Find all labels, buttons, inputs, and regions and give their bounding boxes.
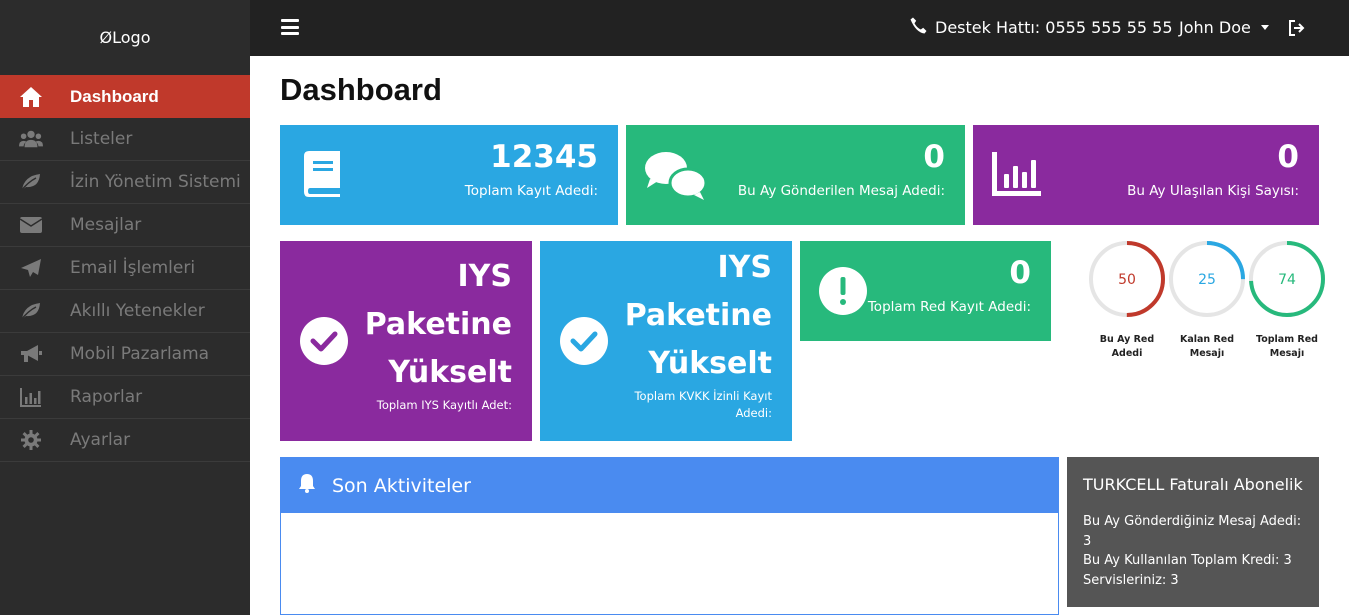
gauge-value: 25 [1198,272,1216,288]
stat-label: Toplam Kayıt Adedi: [464,183,598,199]
sidebar-item-label: Email İşlemleri [70,258,196,278]
stat-value: 12345 [490,139,598,175]
iys-upgrade-card[interactable]: IYS Paketine Yükselt Toplam IYS Kayıtlı Ad… [280,241,532,441]
sidebar-item-mobil[interactable]: Mobil Pazarlama [0,333,250,376]
turkcell-line: Bu Ay Gönderdiğiniz Mesaj Adedi: 3 [1083,514,1302,549]
paper-plane-icon [19,257,43,279]
user-menu[interactable]: John Doe [1179,18,1269,37]
gear-icon [19,429,43,451]
leaf-icon [19,171,43,193]
bullhorn-icon [19,343,43,365]
stat-card-messages-sent[interactable]: 0 Bu Ay Gönderilen Mesaj Adedi: [626,125,965,225]
sidebar-item-label: Mesajlar [70,215,142,235]
logo[interactable]: ØLogo [0,0,250,75]
sidebar-item-label: İzin Yönetim Sistemi [70,172,241,192]
turkcell-title: TURKCELL Faturalı Abonelik [1083,475,1303,494]
stat-value: 0 [1009,255,1031,291]
gauge-remaining-red: 25 [1168,240,1246,322]
turkcell-line: Bu Ay Kullanılan Toplam Kredi: 3 [1083,553,1292,568]
sidebar-item-label: Listeler [70,129,133,149]
caret-down-icon [1260,25,1269,30]
stat-label: Bu Ay Ulaşılan Kişi Sayısı: [1127,183,1299,199]
user-name: John Doe [1179,18,1251,37]
sidebar-item-email[interactable]: Email İşlemleri [0,247,250,290]
sidebar: ØLogo Dashboard Listeler İzin Yönetim Si… [0,0,250,615]
iys-title: IYS Paketine Yükselt [624,250,772,381]
sidebar-item-label: Raporlar [70,387,143,407]
sidebar-item-mesajlar[interactable]: Mesajlar [0,204,250,247]
gauge-label: Toplam Red Mesajı [1256,334,1318,359]
comments-icon [644,149,708,205]
check-circle-icon [560,317,608,369]
sidebar-item-label: Mobil Pazarlama [70,344,210,364]
book-icon [300,150,344,202]
gauge-total-red: 74 [1248,240,1326,322]
bell-icon [298,473,316,498]
gauge-value: 74 [1278,272,1296,288]
iys-sub-label: Toplam IYS Kayıtlı Adet: [376,398,512,412]
envelope-icon [19,214,43,236]
sidebar-item-dashboard[interactable]: Dashboard [0,75,250,118]
kvkk-upgrade-card[interactable]: IYS Paketine Yükselt Toplam KVKK İzinli Ka… [540,241,792,441]
activity-panel: Son Aktiviteler [280,457,1059,615]
gauge-red-this-month: 50 [1088,240,1166,322]
chart-icon [19,386,43,408]
gauge-label: Kalan Red Mesajı [1179,334,1235,359]
leaf-icon [19,300,43,322]
users-icon [19,128,43,150]
iys-sub-label: Toplam KVKK İzinli Kayıt Adedi: [634,389,772,420]
bar-chart-icon [992,152,1042,200]
support-line: Destek Hattı: 0555 555 55 55 [910,17,1173,38]
stat-label: Toplam Red Kayıt Adedi: [867,299,1031,315]
page-title: Dashboard [280,72,442,107]
sidebar-item-listeler[interactable]: Listeler [0,118,250,161]
sidebar-item-izin[interactable]: İzin Yönetim Sistemi [0,161,250,204]
home-icon [19,86,43,108]
sidebar-item-label: Ayarlar [70,430,131,450]
stat-value: 0 [923,139,945,175]
stat-card-total-records[interactable]: 12345 Toplam Kayıt Adedi: [280,125,618,225]
stat-label: Bu Ay Gönderilen Mesaj Adedi: [737,183,945,199]
sidebar-item-label: Dashboard [70,86,159,106]
support-text: Destek Hattı: 0555 555 55 55 [935,18,1173,37]
stat-value: 0 [1277,139,1299,175]
menu-toggle-icon[interactable] [281,19,299,35]
sidebar-item-ayarlar[interactable]: Ayarlar [0,419,250,462]
sidebar-item-akilli[interactable]: Akıllı Yetenekler [0,290,250,333]
logout-icon[interactable] [1288,19,1306,37]
sidebar-item-raporlar[interactable]: Raporlar [0,376,250,419]
gauge-label: Bu Ay Red Adedi [1099,334,1155,359]
check-circle-icon [300,317,348,369]
stat-card-reached-people[interactable]: 0 Bu Ay Ulaşılan Kişi Sayısı: [973,125,1319,225]
gauge-value: 50 [1118,272,1136,288]
topbar: Destek Hattı: 0555 555 55 55 John Doe [250,0,1349,56]
sidebar-item-label: Akıllı Yetenekler [70,301,205,321]
activity-header: Son Aktiviteler [281,458,1058,513]
iys-title: IYS Paketine Yükselt [364,259,512,390]
turkcell-line: Servisleriniz: 3 [1083,572,1179,588]
turkcell-panel: TURKCELL Faturalı Abonelik Bu Ay Gönderd… [1067,457,1319,607]
exclamation-circle-icon [819,267,867,319]
phone-icon [910,17,927,38]
activity-title: Son Aktiviteler [332,474,471,497]
stat-card-red-records[interactable]: 0 Toplam Red Kayıt Adedi: [800,241,1051,341]
